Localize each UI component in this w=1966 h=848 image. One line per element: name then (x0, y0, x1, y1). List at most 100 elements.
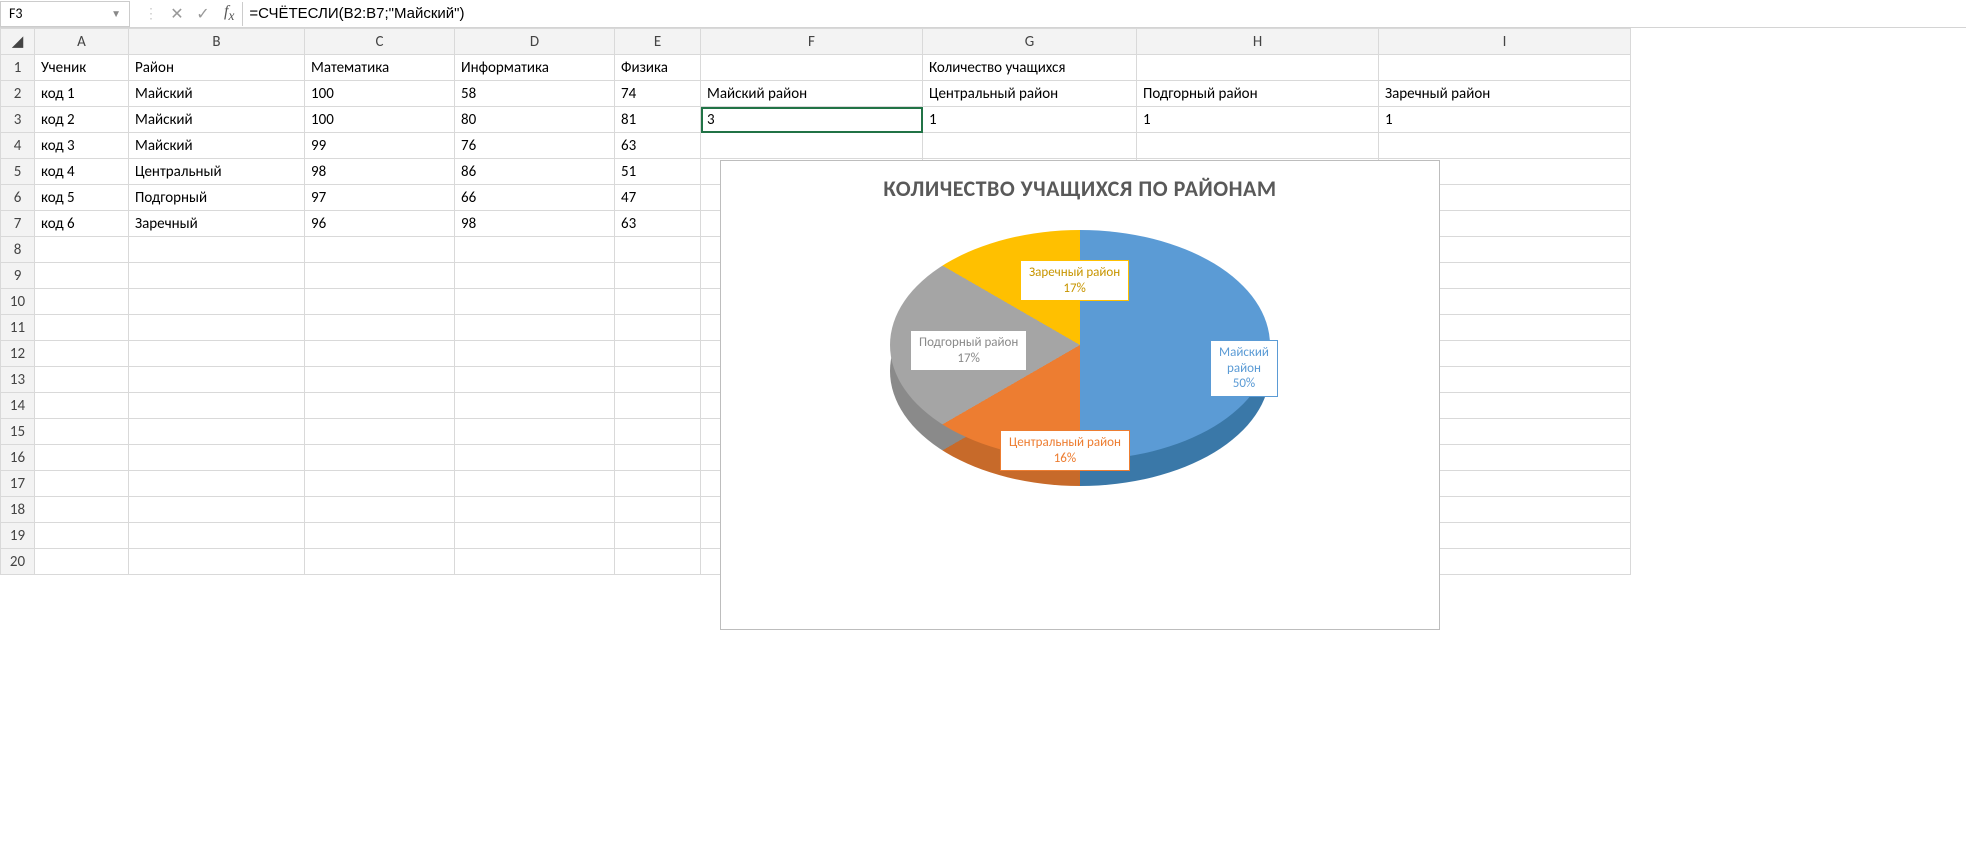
col-header-F[interactable]: F (701, 29, 923, 55)
cell-C17[interactable] (305, 471, 455, 497)
cell-C5[interactable]: 98 (305, 159, 455, 185)
row-header-12[interactable]: 12 (1, 341, 35, 367)
cell-C11[interactable] (305, 315, 455, 341)
cell-B14[interactable] (129, 393, 305, 419)
row-header-13[interactable]: 13 (1, 367, 35, 393)
cell-D16[interactable] (455, 445, 615, 471)
cell-E2[interactable]: 74 (615, 81, 701, 107)
cell-E17[interactable] (615, 471, 701, 497)
cell-C15[interactable] (305, 419, 455, 445)
cell-C9[interactable] (305, 263, 455, 289)
cell-D7[interactable]: 98 (455, 211, 615, 237)
row-header-15[interactable]: 15 (1, 419, 35, 445)
cell-C3[interactable]: 100 (305, 107, 455, 133)
row-header-5[interactable]: 5 (1, 159, 35, 185)
row-header-7[interactable]: 7 (1, 211, 35, 237)
col-header-H[interactable]: H (1137, 29, 1379, 55)
cell-D12[interactable] (455, 341, 615, 367)
cell-D4[interactable]: 76 (455, 133, 615, 159)
pie-chart[interactable]: КОЛИЧЕСТВО УЧАЩИХСЯ ПО РАЙОНАМ Заречный … (720, 160, 1440, 630)
cell-I4[interactable] (1379, 133, 1631, 159)
cell-D1[interactable]: Информатика (455, 55, 615, 81)
cell-D14[interactable] (455, 393, 615, 419)
formula-input[interactable] (242, 2, 1966, 26)
cell-A13[interactable] (35, 367, 129, 393)
cell-D8[interactable] (455, 237, 615, 263)
cell-A3[interactable]: код 2 (35, 107, 129, 133)
row-header-19[interactable]: 19 (1, 523, 35, 549)
cell-D17[interactable] (455, 471, 615, 497)
cell-B12[interactable] (129, 341, 305, 367)
cell-D20[interactable] (455, 549, 615, 575)
cell-B3[interactable]: Майский (129, 107, 305, 133)
cell-D3[interactable]: 80 (455, 107, 615, 133)
cell-B6[interactable]: Подгорный (129, 185, 305, 211)
cell-B4[interactable]: Майский (129, 133, 305, 159)
cell-B18[interactable] (129, 497, 305, 523)
cell-H2[interactable]: Подгорный район (1137, 81, 1379, 107)
row-header-6[interactable]: 6 (1, 185, 35, 211)
row-header-11[interactable]: 11 (1, 315, 35, 341)
cell-I1[interactable] (1379, 55, 1631, 81)
cell-E6[interactable]: 47 (615, 185, 701, 211)
dropdown-icon[interactable]: ▼ (111, 7, 121, 20)
cell-A10[interactable] (35, 289, 129, 315)
cell-D19[interactable] (455, 523, 615, 549)
cell-F2[interactable]: Майский район (701, 81, 923, 107)
row-header-16[interactable]: 16 (1, 445, 35, 471)
row-header-9[interactable]: 9 (1, 263, 35, 289)
col-header-B[interactable]: B (129, 29, 305, 55)
cell-D18[interactable] (455, 497, 615, 523)
cell-reference-box[interactable]: F3 ▼ (0, 1, 130, 27)
col-header-D[interactable]: D (455, 29, 615, 55)
cell-G4[interactable] (923, 133, 1137, 159)
cell-A11[interactable] (35, 315, 129, 341)
cell-D11[interactable] (455, 315, 615, 341)
cell-B15[interactable] (129, 419, 305, 445)
cell-B11[interactable] (129, 315, 305, 341)
cell-A1[interactable]: Ученик (35, 55, 129, 81)
cell-C14[interactable] (305, 393, 455, 419)
cell-C20[interactable] (305, 549, 455, 575)
fx-icon[interactable]: fx (224, 3, 234, 24)
cell-B19[interactable] (129, 523, 305, 549)
cell-E3[interactable]: 81 (615, 107, 701, 133)
cell-A18[interactable] (35, 497, 129, 523)
cell-C2[interactable]: 100 (305, 81, 455, 107)
cell-C6[interactable]: 97 (305, 185, 455, 211)
cell-E11[interactable] (615, 315, 701, 341)
cell-D6[interactable]: 66 (455, 185, 615, 211)
cell-E16[interactable] (615, 445, 701, 471)
cell-D5[interactable]: 86 (455, 159, 615, 185)
cell-F1[interactable] (701, 55, 923, 81)
cell-B1[interactable]: Район (129, 55, 305, 81)
cell-G1[interactable]: Количество учащихся (923, 55, 1137, 81)
cell-A15[interactable] (35, 419, 129, 445)
cell-A6[interactable]: код 5 (35, 185, 129, 211)
cell-B10[interactable] (129, 289, 305, 315)
cell-I3[interactable]: 1 (1379, 107, 1631, 133)
cell-E20[interactable] (615, 549, 701, 575)
select-all-corner[interactable]: ◢ (1, 29, 35, 55)
cell-B8[interactable] (129, 237, 305, 263)
cell-A9[interactable] (35, 263, 129, 289)
cell-F3[interactable]: 3 (701, 107, 923, 133)
cell-B13[interactable] (129, 367, 305, 393)
cell-E18[interactable] (615, 497, 701, 523)
cell-H3[interactable]: 1 (1137, 107, 1379, 133)
cell-A2[interactable]: код 1 (35, 81, 129, 107)
cell-E15[interactable] (615, 419, 701, 445)
cell-H4[interactable] (1137, 133, 1379, 159)
cell-E1[interactable]: Физика (615, 55, 701, 81)
cell-C13[interactable] (305, 367, 455, 393)
cell-C18[interactable] (305, 497, 455, 523)
col-header-E[interactable]: E (615, 29, 701, 55)
cell-H1[interactable] (1137, 55, 1379, 81)
cell-D2[interactable]: 58 (455, 81, 615, 107)
cell-D15[interactable] (455, 419, 615, 445)
confirm-icon[interactable]: ✓ (190, 4, 216, 24)
cell-E12[interactable] (615, 341, 701, 367)
cell-A4[interactable]: код 3 (35, 133, 129, 159)
cell-A12[interactable] (35, 341, 129, 367)
row-header-8[interactable]: 8 (1, 237, 35, 263)
